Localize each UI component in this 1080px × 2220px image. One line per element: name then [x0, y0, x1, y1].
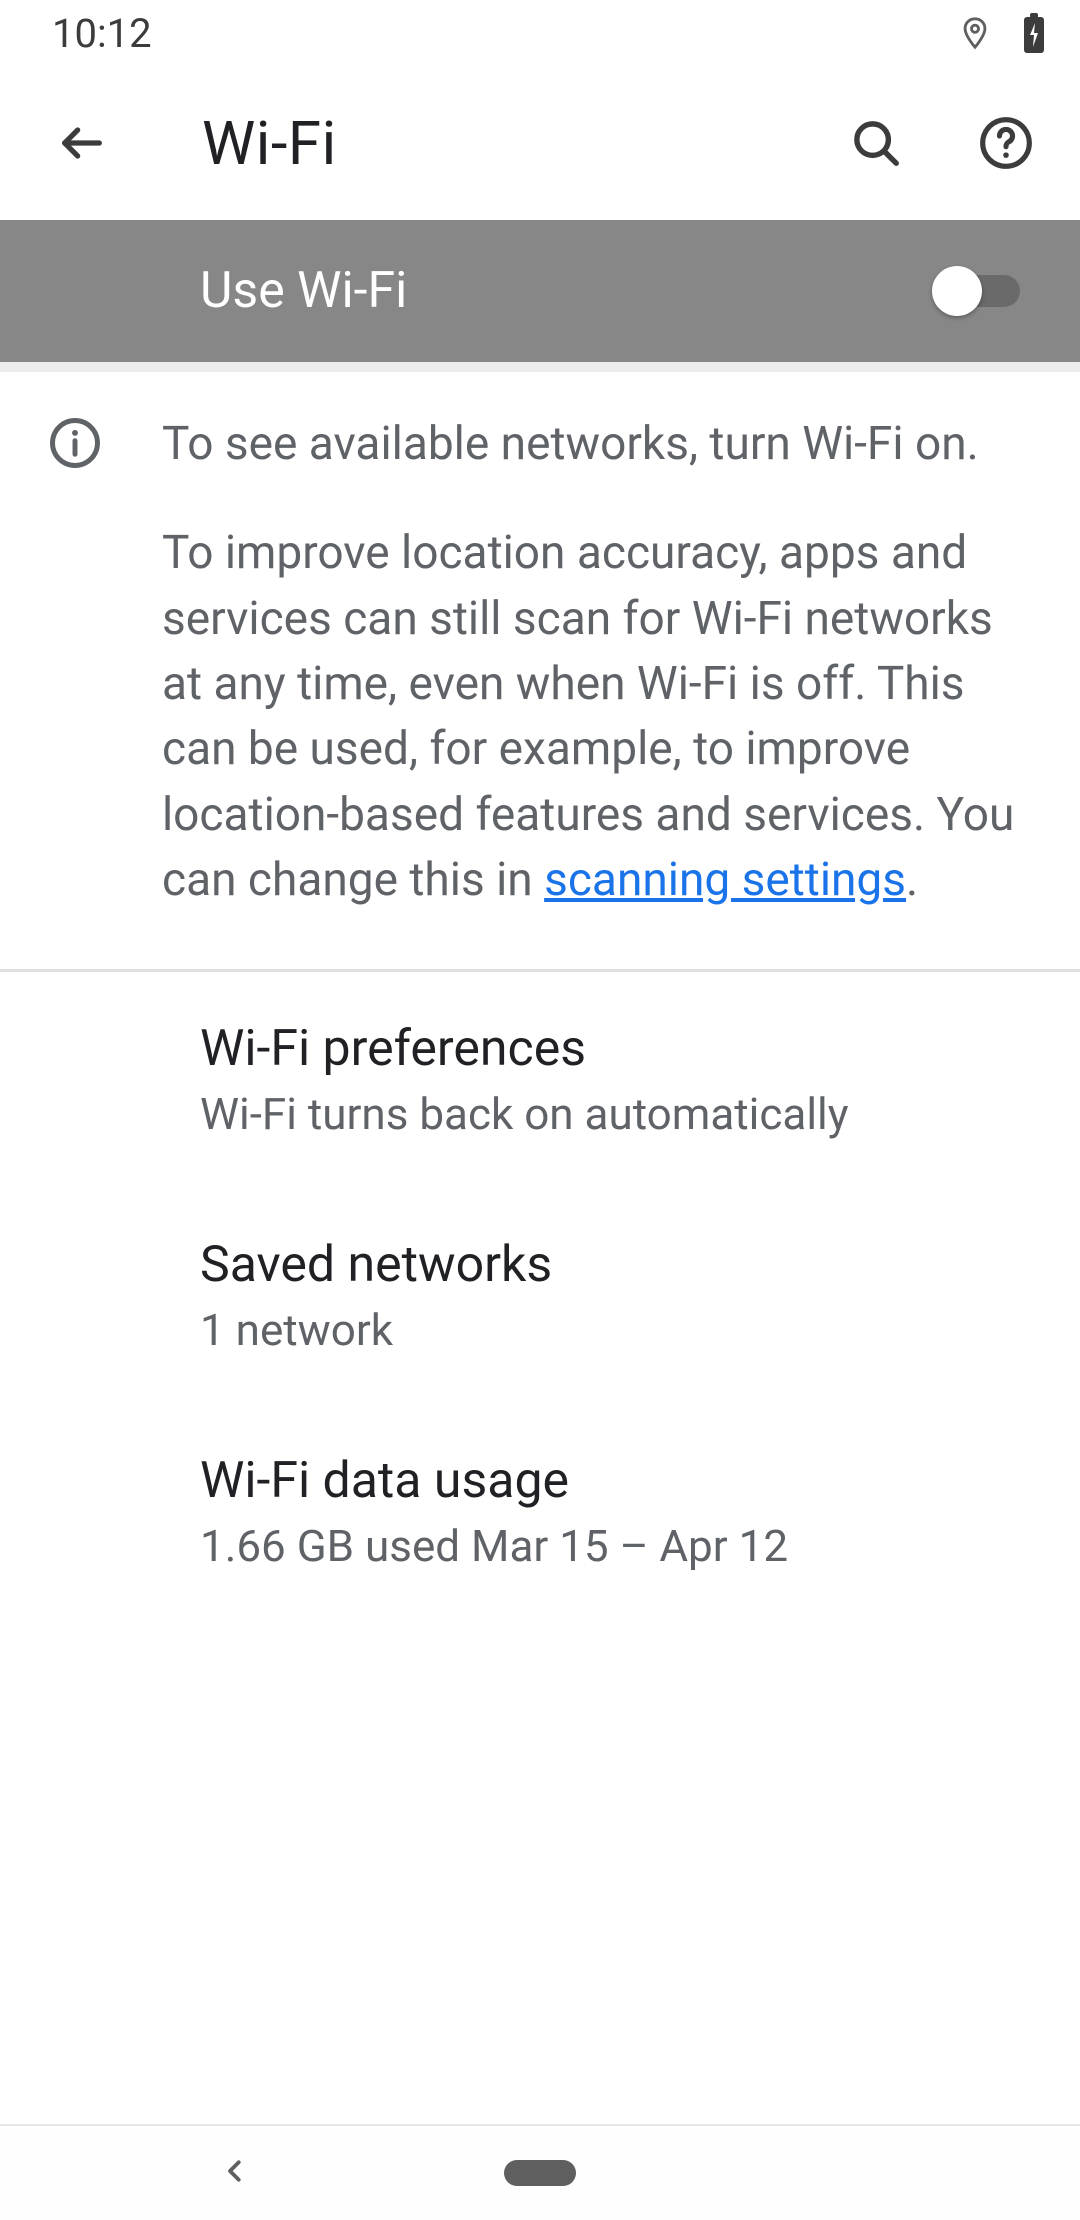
nav-home-pill[interactable]	[504, 2160, 576, 2186]
nav-back-button[interactable]	[220, 2151, 250, 2195]
list-item-subtitle: Wi-Fi turns back on automatically	[200, 1088, 1024, 1140]
wifi-toggle-row[interactable]: Use Wi-Fi	[0, 220, 1080, 372]
info-line2: To improve location accuracy, apps and s…	[162, 521, 1024, 913]
wifi-toggle-label: Use Wi-Fi	[200, 262, 407, 320]
location-icon	[958, 13, 992, 53]
wifi-data-usage-item[interactable]: Wi-Fi data usage 1.66 GB used Mar 15 – A…	[0, 1404, 1080, 1620]
info-line2-pre: To improve location accuracy, apps and s…	[162, 526, 1014, 907]
scanning-settings-link[interactable]: scanning settings	[544, 853, 906, 907]
list-item-title: Wi-Fi data usage	[200, 1452, 1024, 1510]
list-item-title: Wi-Fi preferences	[200, 1020, 1024, 1078]
info-line1: To see available networks, turn Wi-Fi on…	[162, 412, 1024, 477]
status-clock: 10:12	[52, 10, 152, 57]
info-icon	[48, 416, 102, 913]
saved-networks-item[interactable]: Saved networks 1 network	[0, 1188, 1080, 1404]
wifi-preferences-item[interactable]: Wi-Fi preferences Wi-Fi turns back on au…	[0, 972, 1080, 1188]
back-button[interactable]	[52, 113, 112, 173]
help-button[interactable]	[976, 113, 1036, 173]
info-line2-post: .	[906, 853, 918, 907]
search-button[interactable]	[846, 113, 906, 173]
list-item-subtitle: 1.66 GB used Mar 15 – Apr 12	[200, 1520, 1024, 1572]
battery-charging-icon	[1022, 13, 1046, 53]
navigation-bar	[0, 2124, 1080, 2220]
status-bar: 10:12	[0, 0, 1080, 66]
list-item-subtitle: 1 network	[200, 1304, 1024, 1356]
list-item-title: Saved networks	[200, 1236, 1024, 1294]
wifi-toggle-switch[interactable]	[932, 266, 1020, 316]
info-block: To see available networks, turn Wi-Fi on…	[0, 372, 1080, 972]
app-bar: Wi-Fi	[0, 66, 1080, 220]
page-title: Wi-Fi	[202, 108, 337, 179]
